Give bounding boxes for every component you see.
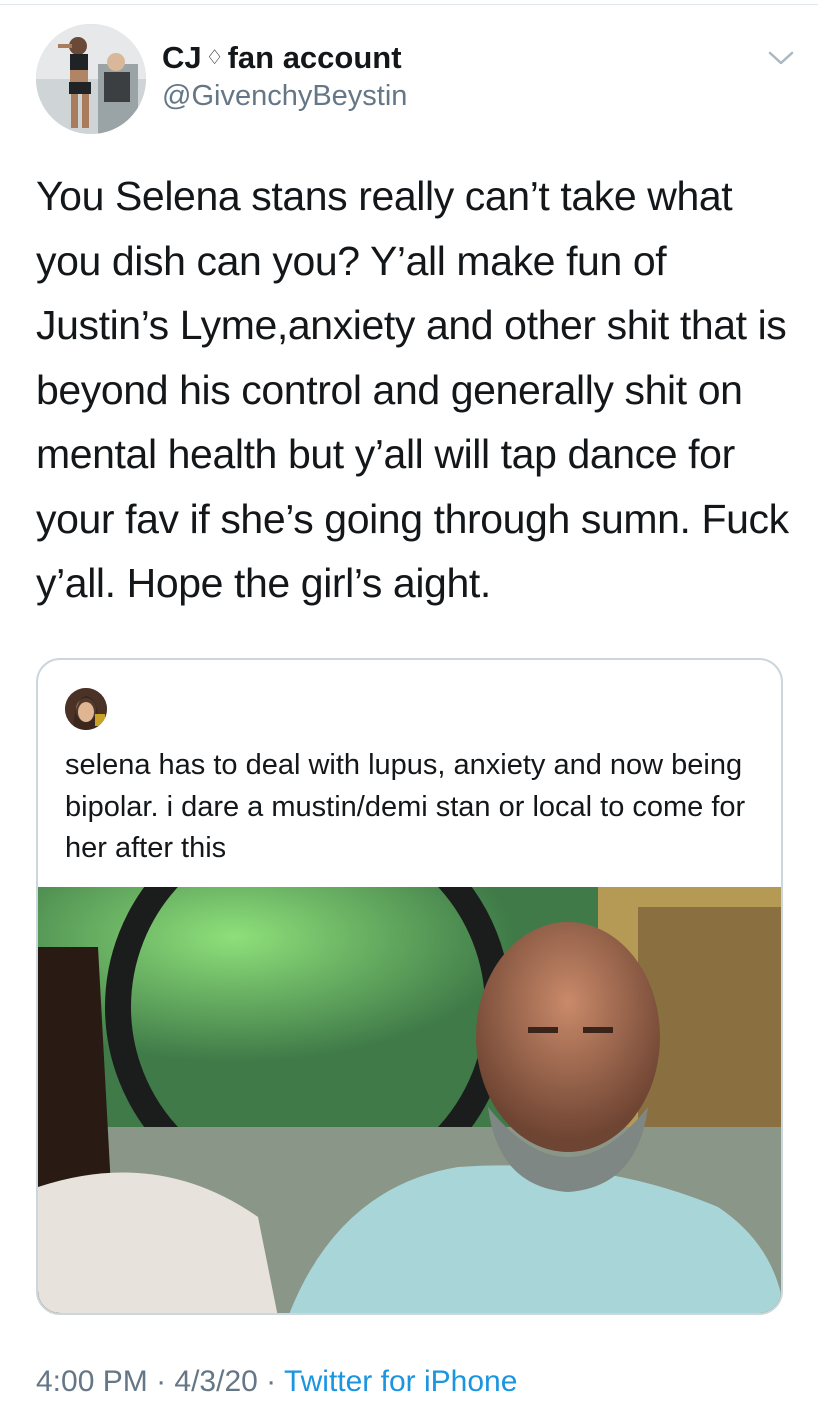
tweet-date[interactable]: 4/3/20 [174, 1365, 257, 1398]
quoted-tweet-text: selena has to deal with lupus, anxiety a… [65, 749, 754, 864]
avatar-photo-icon [36, 24, 146, 134]
quoted-tweet[interactable]: selena has to deal with lupus, anxiety a… [36, 658, 783, 1315]
quoted-media[interactable] [38, 887, 781, 1313]
tweet-meta: 4:00 PM · 4/3/20 · Twitter for iPhone [36, 1362, 517, 1402]
meta-separator: · [257, 1365, 284, 1398]
quoted-avatar-photo-icon [65, 688, 107, 730]
display-name-suffix: fan account [227, 40, 402, 75]
tweet-header: CJ ♢ fan account @GivenchyBeystin [36, 24, 796, 134]
author-names: CJ ♢ fan account @GivenchyBeystin [162, 38, 407, 114]
quoted-author-avatar[interactable] [65, 688, 107, 730]
display-name-part: CJ [162, 40, 202, 75]
reaction-gif-image-icon [38, 887, 781, 1313]
display-name[interactable]: CJ ♢ fan account [162, 38, 407, 78]
shield-icon: ♢ [205, 47, 224, 69]
meta-separator: · [147, 1365, 175, 1398]
author-handle[interactable]: @GivenchyBeystin [162, 78, 407, 114]
tweet-time[interactable]: 4:00 PM [36, 1365, 148, 1398]
chevron-down-icon[interactable] [766, 46, 796, 70]
top-divider [0, 4, 818, 5]
tweet-source-link[interactable]: Twitter for iPhone [284, 1365, 517, 1398]
tweet-text: You Selena stans really can’t take what … [36, 173, 800, 606]
author-avatar[interactable] [36, 24, 146, 134]
